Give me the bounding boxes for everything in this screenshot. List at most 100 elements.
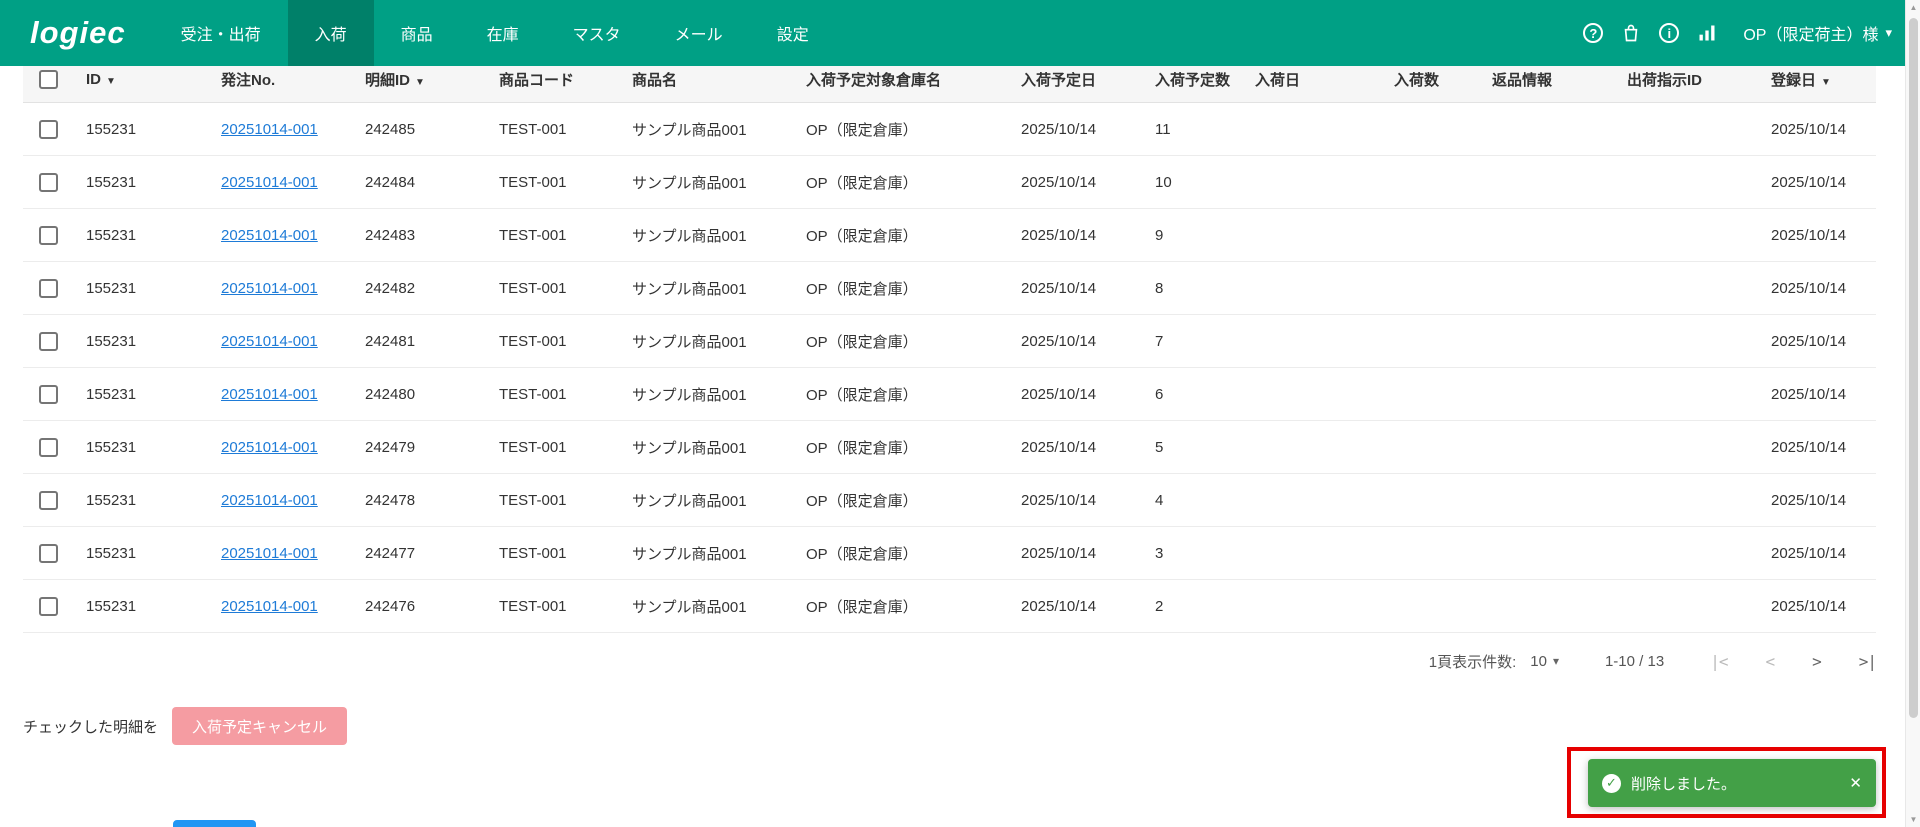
order-no-link[interactable]: 20251014-001 (221, 439, 318, 456)
cell-product_name: サンプル商品001 (624, 579, 798, 633)
arrival-list-table: ID ▼ 発注No. 明細ID ▼ 商品コード 商品名 入荷予定対象倉庫名 入荷予定日 入荷予定数… (23, 56, 1876, 633)
cell-registered_date: 2025/10/14 (1763, 155, 1876, 209)
row-checkbox[interactable] (39, 225, 58, 245)
next-page-button[interactable]: > (1812, 652, 1822, 671)
nav-item-products[interactable]: 商品 (374, 0, 460, 66)
cell-arrival_date (1247, 367, 1386, 421)
cell-return_info (1484, 155, 1619, 209)
close-icon[interactable]: ✕ (1849, 774, 1862, 792)
cell-shipping_instruction_id (1619, 579, 1763, 633)
order-no-link[interactable]: 20251014-001 (221, 545, 318, 562)
nav-item-arrival[interactable]: 入荷 (287, 0, 374, 66)
order-no-link[interactable]: 20251014-001 (221, 227, 318, 244)
chevron-down-icon: ▾ (1552, 654, 1559, 668)
cell-product_name: サンプル商品001 (624, 208, 798, 262)
cell-expected_date: 2025/10/14 (1013, 526, 1147, 580)
cell-return_info (1484, 420, 1619, 474)
cell-arrival_date (1247, 420, 1386, 474)
cell-expected_date: 2025/10/14 (1013, 155, 1147, 209)
order-no-link[interactable]: 20251014-001 (221, 333, 318, 350)
success-toast: ✓ 削除しました。 ✕ (1588, 759, 1876, 807)
row-checkbox[interactable] (39, 331, 58, 351)
user-label: OP（限定荷主）様 (1743, 27, 1879, 44)
cell-order_no: 20251014-001 (213, 314, 357, 368)
row-check-cell (23, 102, 78, 156)
cell-expected_qty: 8 (1147, 261, 1247, 315)
cell-shipping_instruction_id (1619, 526, 1763, 580)
footer-actions: チェックした明細を 入荷予定キャンセル (23, 707, 1920, 745)
row-check-cell (23, 155, 78, 209)
cell-detail_id: 242480 (357, 367, 491, 421)
prev-page-button[interactable]: < (1765, 652, 1775, 671)
order-no-link[interactable]: 20251014-001 (221, 174, 318, 191)
help-icon[interactable]: ? (1583, 23, 1604, 43)
cell-product_code: TEST-001 (491, 208, 624, 262)
row-check-cell (23, 208, 78, 262)
cell-product_name: サンプル商品001 (624, 261, 798, 315)
cell-product_code: TEST-001 (491, 314, 624, 368)
cell-arrival_qty (1386, 420, 1484, 474)
order-no-link[interactable]: 20251014-001 (221, 121, 318, 138)
cell-registered_date: 2025/10/14 (1763, 579, 1876, 633)
cell-expected_qty: 9 (1147, 208, 1247, 262)
arrival-schedule-cancel-button[interactable]: 入荷予定キャンセル (172, 707, 348, 745)
partially-visible-button[interactable] (173, 820, 256, 827)
scrollbar-thumb[interactable] (1909, 18, 1918, 718)
scroll-down-icon[interactable]: ▼ (1906, 815, 1920, 824)
cell-expected_qty: 10 (1147, 155, 1247, 209)
order-no-link[interactable]: 20251014-001 (221, 492, 318, 509)
row-checkbox[interactable] (39, 119, 58, 139)
order-no-link[interactable]: 20251014-001 (221, 598, 318, 615)
cell-order_no: 20251014-001 (213, 367, 357, 421)
cell-arrival_date (1247, 208, 1386, 262)
select-all-checkbox[interactable] (39, 70, 58, 89)
logo[interactable]: logiec (0, 15, 154, 51)
first-page-button[interactable]: |< (1710, 652, 1728, 671)
cell-order_no: 20251014-001 (213, 526, 357, 580)
cell-shipping_instruction_id (1619, 208, 1763, 262)
cell-product_code: TEST-001 (491, 579, 624, 633)
cell-id: 155231 (78, 155, 213, 209)
cell-arrival_date (1247, 473, 1386, 527)
per-page-select[interactable]: 10 ▾ (1530, 653, 1559, 670)
row-check-cell (23, 420, 78, 474)
nav-item-orders-shipping[interactable]: 受注・出荷 (154, 0, 288, 66)
last-page-button[interactable]: >| (1859, 652, 1877, 671)
chart-icon[interactable] (1696, 22, 1718, 44)
cell-detail_id: 242483 (357, 208, 491, 262)
row-checkbox[interactable] (39, 278, 58, 298)
cell-arrival_qty (1386, 208, 1484, 262)
row-checkbox[interactable] (39, 543, 58, 563)
cell-product_name: サンプル商品001 (624, 102, 798, 156)
nav-item-settings[interactable]: 設定 (750, 0, 836, 66)
scrollbar[interactable]: ▲ ▼ (1905, 0, 1920, 827)
cell-warehouse: OP（限定倉庫） (798, 155, 1013, 209)
cell-registered_date: 2025/10/14 (1763, 261, 1876, 315)
row-checkbox[interactable] (39, 596, 58, 616)
row-check-cell (23, 367, 78, 421)
row-checkbox[interactable] (39, 437, 58, 457)
bag-icon[interactable] (1620, 22, 1642, 44)
cell-arrival_qty (1386, 526, 1484, 580)
cell-expected_date: 2025/10/14 (1013, 314, 1147, 368)
scroll-up-icon[interactable]: ▲ (1906, 3, 1920, 12)
nav-item-mail[interactable]: メール (648, 0, 750, 66)
nav-item-inventory[interactable]: 在庫 (460, 0, 546, 66)
cell-detail_id: 242477 (357, 526, 491, 580)
row-checkbox[interactable] (39, 490, 58, 510)
user-menu[interactable]: OP（限定荷主）様 ▾ (1743, 21, 1892, 45)
row-checkbox[interactable] (39, 172, 58, 192)
row-check-cell (23, 526, 78, 580)
cell-return_info (1484, 314, 1619, 368)
order-no-link[interactable]: 20251014-001 (221, 280, 318, 297)
cell-registered_date: 2025/10/14 (1763, 314, 1876, 368)
cell-product_code: TEST-001 (491, 473, 624, 527)
cell-id: 155231 (78, 208, 213, 262)
nav-item-master[interactable]: マスタ (546, 0, 648, 66)
info-icon[interactable]: i (1659, 23, 1680, 43)
order-no-link[interactable]: 20251014-001 (221, 386, 318, 403)
cell-id: 155231 (78, 473, 213, 527)
row-checkbox[interactable] (39, 384, 58, 404)
cell-expected_date: 2025/10/14 (1013, 473, 1147, 527)
cell-expected_qty: 6 (1147, 367, 1247, 421)
